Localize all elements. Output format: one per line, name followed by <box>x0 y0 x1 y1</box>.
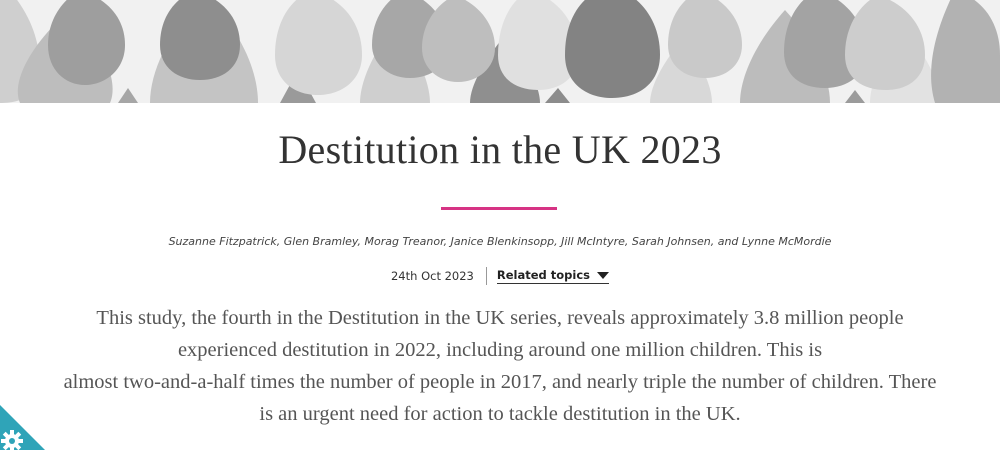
page-title: Destitution in the UK 2023 <box>278 127 722 172</box>
summary-line: This study, the fourth in the Destitutio… <box>96 307 904 329</box>
summary-line: experienced destitution in 2022, includi… <box>177 339 823 361</box>
title-divider <box>441 207 557 210</box>
publication-date: 24th Oct 2023 <box>390 269 474 283</box>
gear-icon <box>0 405 45 452</box>
article-meta: 24th Oct 2023 Related topics <box>0 266 1000 286</box>
meta-separator <box>485 267 487 285</box>
caret-down-icon <box>597 271 610 279</box>
summary-line: almost two-and-a-half times the number o… <box>63 371 937 393</box>
hero-banner <box>0 0 1000 103</box>
settings-widget-button[interactable] <box>0 405 45 452</box>
summary-line: is an urgent need for action to tackle d… <box>259 403 741 425</box>
article-summary: This study, the fourth in the Destitutio… <box>20 302 980 430</box>
related-topics-dropdown[interactable]: Related topics <box>496 268 610 284</box>
author-list: Suzanne Fitzpatrick, Glen Bramley, Morag… <box>168 235 832 248</box>
raindrop-pattern-image <box>0 0 1000 103</box>
related-topics-label: Related topics <box>496 268 591 282</box>
